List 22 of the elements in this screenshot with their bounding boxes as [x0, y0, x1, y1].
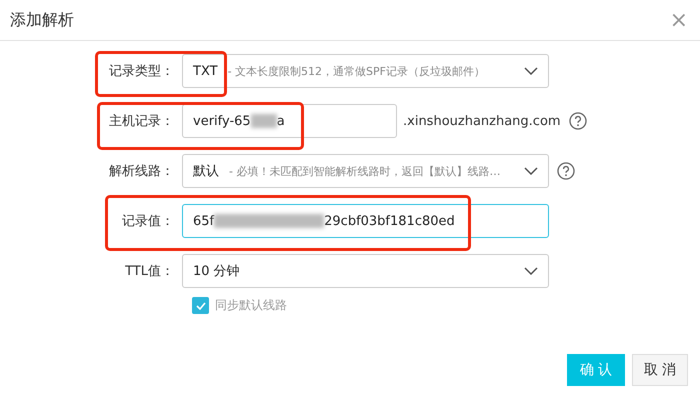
chevron-icon	[524, 167, 538, 175]
help-icon[interactable]	[568, 112, 587, 130]
field-label: TTL值：	[124, 263, 175, 280]
domain-suffix: .xinshouzhanzhang.com	[403, 114, 561, 128]
input-field[interactable]: verify-65 a	[182, 104, 397, 138]
field-label: 记录类型：	[108, 63, 175, 80]
chevron-icon	[524, 267, 538, 275]
redaction-mark	[250, 114, 277, 128]
checkbox[interactable]	[192, 297, 209, 314]
record-select[interactable]: TXT - 文本长度限制512，通常做SPF记录（反垃圾邮件）	[182, 54, 549, 88]
field-label: 解析线路：	[108, 163, 175, 180]
dialog-title: 添加解析	[10, 10, 74, 30]
record-select[interactable]: 默认 - 必填！未匹配到智能解析线路时，返回【默认】线路…	[182, 154, 549, 188]
field-label: 主机记录：	[108, 113, 175, 130]
input-field[interactable]: 65f 29cbf03bf181c80ed	[182, 204, 549, 238]
help-icon[interactable]	[557, 162, 575, 180]
checkbox-label: 同步默认线路	[215, 297, 287, 314]
chevron-icon	[524, 67, 538, 75]
cancel-button[interactable]: 取 消	[632, 354, 688, 386]
record-select[interactable]: 10 分钟	[182, 254, 549, 288]
field-label: 记录值：	[121, 213, 175, 230]
check-icon	[196, 302, 206, 310]
